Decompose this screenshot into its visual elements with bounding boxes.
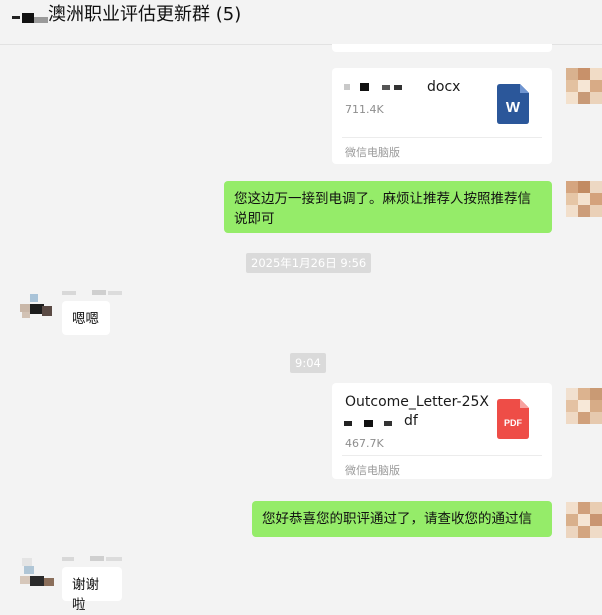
file-name: Outcome_Letter-25X <box>345 394 489 410</box>
timestamp: 2025年1月26日 9:56 <box>246 253 372 273</box>
chat-title-bar: 澳洲职业评估更新群 (5) <box>0 0 602 45</box>
file-divider <box>342 455 542 456</box>
filename-redaction-icon <box>344 83 402 91</box>
file-name-suffix: df <box>404 413 418 429</box>
title-redaction-icon <box>12 13 48 23</box>
contact-text-message[interactable]: 谢谢啦 <box>62 567 122 613</box>
sender-name-redacted <box>62 282 124 295</box>
word-icon-letter: W <box>506 99 521 116</box>
previous-message-stub <box>332 44 552 52</box>
own-text-message[interactable]: 您这边万一接到电调了。麻烦让推荐人按照推荐信说即可 <box>224 181 552 233</box>
file-message-pdf[interactable]: Outcome_Letter-25X df 467.7K PDF 微信电脑版 <box>332 383 552 479</box>
file-divider <box>342 137 542 138</box>
sender-name-redacted <box>62 548 124 561</box>
message-text: 谢谢啦 <box>72 577 99 613</box>
chat-title: 澳洲职业评估更新群 (5) <box>48 4 242 25</box>
file-source: 微信电脑版 <box>345 464 400 477</box>
message-text: 嗯嗯 <box>72 311 99 327</box>
filename-redaction-icon <box>344 420 392 427</box>
file-size: 467.7K <box>345 437 384 450</box>
message-text: 您这边万一接到电调了。麻烦让推荐人按照推荐信说即可 <box>234 191 531 227</box>
own-avatar[interactable] <box>566 388 602 424</box>
own-avatar[interactable] <box>566 502 602 538</box>
message-text: 您好恭喜您的职评通过了，请查收您的通过信 <box>262 511 532 527</box>
word-icon: W <box>497 84 529 124</box>
pdf-icon-label: PDF <box>504 418 523 428</box>
own-text-message[interactable]: 您好恭喜您的职评通过了，请查收您的通过信 <box>252 501 552 537</box>
pdf-icon: PDF <box>497 399 529 439</box>
own-avatar[interactable] <box>566 181 602 217</box>
timestamp: 9:04 <box>290 353 326 373</box>
contact-text-message[interactable]: 嗯嗯 <box>62 301 110 335</box>
contact-avatar[interactable] <box>20 556 58 592</box>
contact-avatar[interactable] <box>20 288 58 324</box>
file-source: 微信电脑版 <box>345 146 400 159</box>
file-message-docx[interactable]: docx 711.4K W 微信电脑版 <box>332 68 552 164</box>
file-size: 711.4K <box>345 103 384 116</box>
